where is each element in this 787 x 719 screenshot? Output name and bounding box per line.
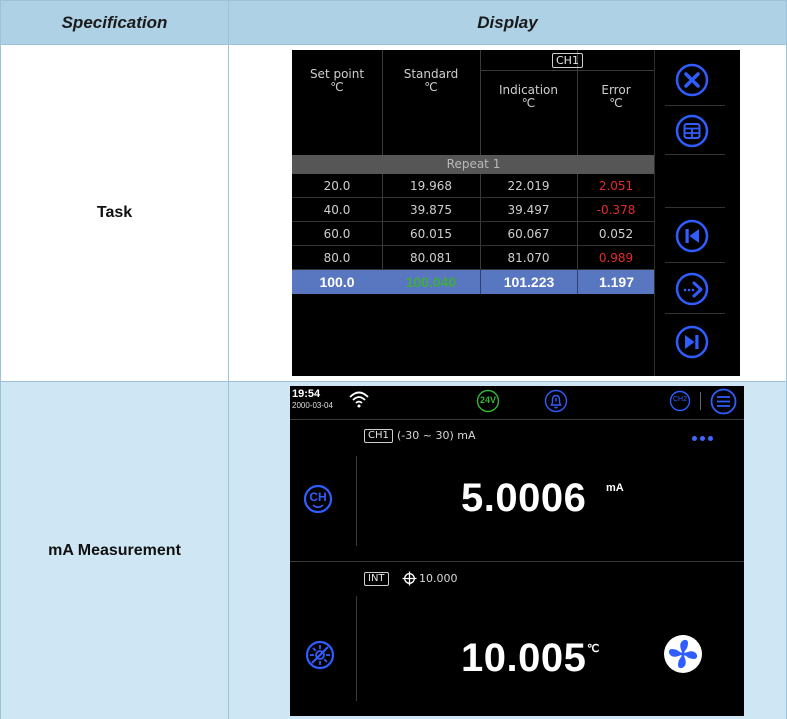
menu-icon[interactable] — [710, 388, 737, 415]
col-header-error-unit: ℃ — [609, 96, 623, 110]
col-header-indication-unit: ℃ — [521, 96, 536, 110]
cell-standard: 100.040 — [405, 274, 457, 290]
table-icon[interactable] — [674, 113, 710, 149]
ma-screen: 19:54 2000-03-04 24V CH2 CH1 (-30 ~ 30) … — [290, 386, 744, 716]
target-setpoint-icon — [402, 571, 417, 586]
clock-date: 2000-03-04 — [292, 401, 333, 410]
ch2-toggle-icon[interactable]: CH2 — [669, 390, 691, 412]
ma-reading-unit: mA — [606, 482, 624, 494]
channel-tag-ch1: CH1 — [552, 53, 583, 68]
repeat-header: Repeat 1 — [292, 155, 655, 174]
cell-setpoint: 100.0 — [319, 274, 355, 290]
cell-standard: 60.015 — [410, 227, 452, 241]
channel-input-icon[interactable]: CH — [303, 484, 333, 514]
spec-table: Specification Display Task Set point ℃ S… — [0, 0, 787, 719]
col-header-standard-unit: ℃ — [424, 80, 438, 94]
cell-standard: 39.875 — [410, 203, 452, 217]
channel-tag-ch1: CH1 — [364, 429, 393, 443]
fan-icon[interactable] — [663, 634, 703, 674]
task-screen: Set point ℃ Standard ℃ CH1 Indication ℃ … — [292, 50, 740, 376]
int-tag: INT — [364, 572, 389, 586]
cell-standard: 80.081 — [410, 251, 452, 265]
alarm-bell-icon[interactable] — [544, 389, 568, 413]
channel-input-label: CH — [309, 490, 327, 504]
cell-error: 1.197 — [577, 270, 655, 294]
cell-error: 0.989 — [598, 251, 634, 265]
cell-setpoint: 60.0 — [323, 227, 351, 241]
table-row[interactable]: 60.0 60.015 60.067 0.052 — [292, 222, 655, 246]
temperature-reading-unit: ℃ — [587, 643, 600, 655]
temperature-reading-value: 10.005 — [461, 636, 587, 680]
more-options-icon[interactable] — [692, 436, 713, 441]
clock-time: 19:54 — [292, 388, 321, 400]
cell-error: -0.378 — [596, 203, 636, 217]
ma-display-cell: 19:54 2000-03-04 24V CH2 CH1 (-30 ~ 30) … — [228, 381, 787, 719]
header-specification: Specification — [0, 0, 229, 45]
cell-indication: 60.067 — [507, 227, 550, 241]
cell-indication: 22.019 — [507, 179, 550, 193]
ch2-label: CH2 — [672, 396, 687, 403]
task-display-cell: Set point ℃ Standard ℃ CH1 Indication ℃ … — [228, 44, 787, 382]
cell-setpoint: 40.0 — [323, 203, 351, 217]
temperature-control-icon[interactable] — [305, 640, 335, 670]
cell-indication: 101.223 — [480, 270, 577, 294]
cell-setpoint: 20.0 — [323, 179, 351, 193]
cell-setpoint: 80.0 — [323, 251, 351, 265]
wifi-icon — [349, 391, 369, 408]
measurement-range: (-30 ~ 30) mA — [397, 429, 476, 442]
close-icon[interactable] — [674, 62, 710, 98]
table-row[interactable]: 80.0 80.081 81.070 0.989 — [292, 246, 655, 270]
continue-icon[interactable] — [674, 271, 710, 307]
row-label-task: Task — [0, 44, 229, 382]
cell-indication: 39.497 — [507, 203, 550, 217]
setpoint-value: 10.000 — [419, 572, 458, 585]
power-24v-icon[interactable]: 24V — [476, 389, 500, 413]
skip-forward-icon[interactable] — [674, 324, 710, 360]
table-row[interactable]: 20.0 19.968 22.019 2.051 — [292, 174, 655, 198]
ma-reading-value: 5.0006 — [461, 476, 587, 520]
header-display: Display — [228, 0, 787, 45]
cell-standard: 19.968 — [410, 179, 452, 193]
cell-error: 0.052 — [598, 227, 634, 241]
table-row-selected[interactable]: 100.0 100.040 101.223 1.197 — [292, 270, 655, 294]
col-header-setpoint-unit: ℃ — [330, 80, 344, 94]
row-label-ma-measurement: mA Measurement — [0, 381, 229, 719]
cell-error: 2.051 — [598, 179, 634, 193]
table-row[interactable]: 40.0 39.875 39.497 -0.378 — [292, 198, 655, 222]
power-24v-label: 24V — [479, 395, 496, 405]
skip-back-icon[interactable] — [674, 218, 710, 254]
task-table: Set point ℃ Standard ℃ CH1 Indication ℃ … — [292, 50, 655, 376]
cell-indication: 81.070 — [507, 251, 550, 265]
